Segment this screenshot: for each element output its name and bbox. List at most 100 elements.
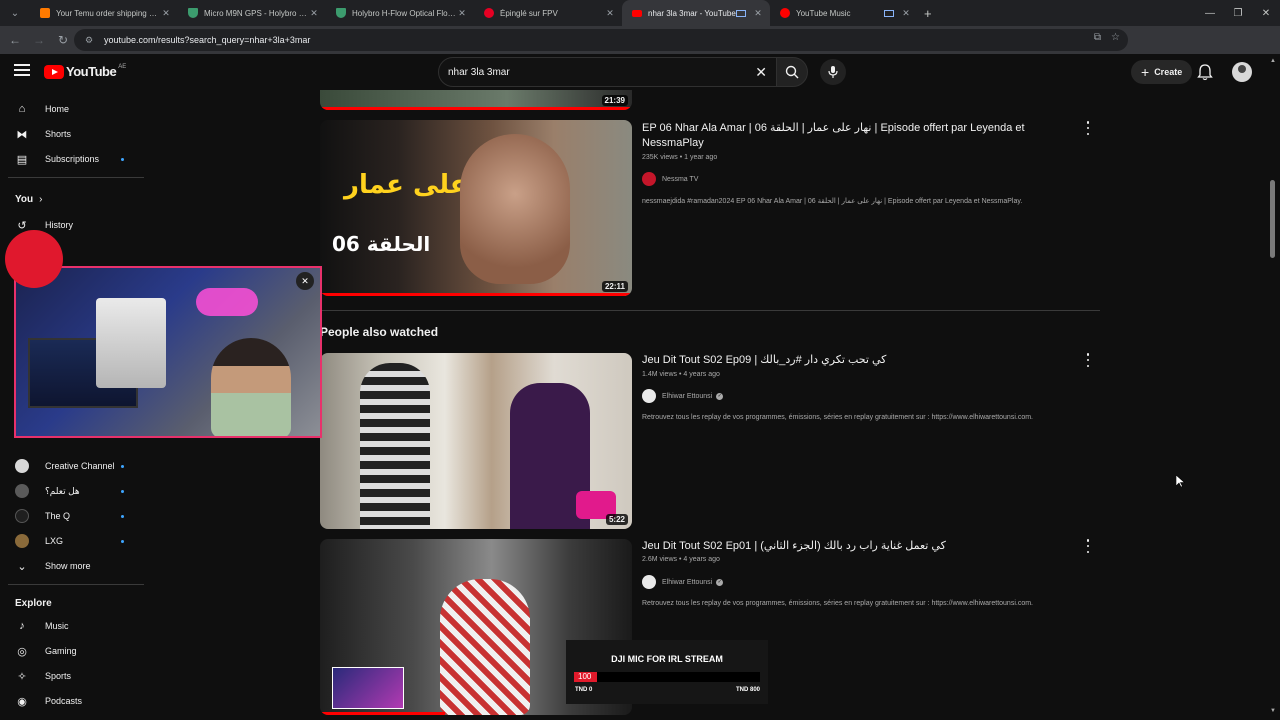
video-duration: 5:22	[605, 514, 628, 525]
logo-text: YouTube	[66, 64, 117, 79]
sidebar-item-label: Music	[45, 621, 69, 631]
create-button[interactable]: + Create	[1131, 60, 1193, 84]
donation-max: TND 800	[735, 687, 760, 693]
forward-icon[interactable]: →	[28, 29, 50, 51]
search-button[interactable]	[776, 57, 808, 87]
country-code: AE	[118, 64, 127, 70]
maximize-icon[interactable]: ❐	[1224, 0, 1252, 26]
clear-search-icon[interactable]: ✕	[755, 64, 767, 81]
browser-tab[interactable]: Holybro H-Flow Optical Flow an ✕	[326, 0, 474, 26]
account-avatar[interactable]	[1232, 62, 1252, 82]
close-window-icon[interactable]: ✕	[1252, 0, 1280, 26]
video-meta: 2.6M views • 4 years ago	[642, 556, 720, 563]
menu-icon[interactable]	[14, 64, 30, 78]
channel-avatar	[15, 534, 29, 548]
watch-progress	[320, 107, 632, 110]
minimize-icon[interactable]: —	[1196, 0, 1224, 26]
sidebar-item-music[interactable]: ♪ Music	[0, 615, 144, 637]
microphone-icon	[828, 66, 838, 78]
sidebar-item-label: Podcasts	[45, 696, 83, 706]
video-channel[interactable]: Nessma TV	[642, 172, 698, 186]
browser-tab[interactable]: Épinglé sur FPV ✕	[474, 0, 622, 26]
show-more-button[interactable]: ⌄ Show more	[0, 555, 144, 577]
close-tab-icon[interactable]: ✕	[752, 8, 764, 19]
channel-name: Nessma TV	[662, 175, 699, 183]
donation-progress-bar	[574, 672, 760, 682]
video-thumbnail[interactable]: 21:39	[320, 90, 632, 110]
video-thumbnail[interactable]: نهار على عمار الحلقة 06 22:11	[320, 120, 632, 296]
close-tab-icon[interactable]: ✕	[456, 8, 468, 19]
browser-tab[interactable]: YouTube Music ✕	[770, 0, 918, 26]
video-channel[interactable]: Elhiwar Ettounsi ✓	[642, 575, 724, 589]
youtube-logo[interactable]: YouTube AE	[44, 64, 126, 79]
tab-search-button[interactable]: ⌄	[4, 4, 26, 22]
new-tab-button[interactable]: +	[924, 6, 932, 21]
face-shape	[460, 134, 570, 284]
video-channel[interactable]: Elhiwar Ettounsi ✓	[642, 389, 724, 403]
close-tab-icon[interactable]: ✕	[900, 8, 912, 19]
scroll-down-arrow[interactable]: ▼	[1270, 708, 1276, 714]
video-description: nessmaejdida #ramadan2024 EP 06 Nhar Ala…	[642, 198, 1023, 205]
music-icon: ♪	[19, 620, 25, 632]
page-scrollbar[interactable]	[1270, 180, 1275, 258]
sidebar-subscription[interactable]: LXG	[0, 530, 144, 552]
pip-close-button[interactable]: ✕	[296, 272, 314, 290]
video-title[interactable]: Jeu Dit Tout S02 Ep09 | كي تحب تكري دار …	[642, 353, 1062, 368]
sidebar-item-shorts[interactable]: ⧓ Shorts	[0, 123, 144, 145]
sidebar-item-gaming[interactable]: ◎ Gaming	[0, 640, 144, 662]
sidebar-item-subscriptions[interactable]: ▤ Subscriptions	[0, 148, 144, 170]
sidebar-item-sports[interactable]: ✧ Sports	[0, 665, 144, 687]
search-input[interactable]: nhar 3la 3mar ✕	[438, 57, 778, 87]
pinterest-icon	[484, 8, 494, 18]
browser-tab-strip: ⌄ Your Temu order shipping statu ✕ Micro…	[0, 0, 1280, 26]
podcasts-icon: ◉	[17, 695, 27, 708]
home-icon: ⌂	[18, 103, 26, 115]
video-title[interactable]: EP 06 Nhar Ala Amar | نهار على عمار | ال…	[642, 121, 1062, 151]
chevron-down-icon: ⌄	[17, 560, 27, 573]
channel-name: Elhiwar Ettounsi	[662, 392, 713, 400]
channel-avatar	[642, 575, 656, 589]
reload-icon[interactable]: ↻	[52, 29, 74, 51]
section-divider	[320, 310, 1100, 311]
sidebar-subscription[interactable]: The Q	[0, 505, 144, 527]
sidebar-subscription[interactable]: هل تعلم؟	[0, 480, 144, 502]
sports-icon: ✧	[17, 670, 27, 683]
sidebar-item-you[interactable]: You ›	[0, 188, 144, 210]
close-tab-icon[interactable]: ✕	[160, 8, 172, 19]
back-icon[interactable]: ←	[4, 29, 26, 51]
close-tab-icon[interactable]: ✕	[604, 8, 616, 19]
sidebar-item-label: Gaming	[45, 646, 77, 656]
video-title[interactable]: Jeu Dit Tout S02 Ep01 | كي تعمل غناية را…	[642, 539, 1062, 554]
install-app-icon[interactable]: ⧉	[1094, 32, 1101, 43]
youtube-icon	[632, 9, 642, 17]
sidebar-subscription[interactable]: Creative Channel	[0, 455, 144, 477]
sidebar-item-label: Subscriptions	[45, 154, 100, 164]
sidebar-item-podcasts[interactable]: ◉ Podcasts	[0, 690, 144, 712]
new-content-dot	[121, 157, 124, 161]
channel-name: Elhiwar Ettounsi	[662, 578, 713, 586]
voice-search-button[interactable]	[820, 59, 846, 85]
sidebar-item-label: LXG	[45, 536, 64, 546]
show-more-label: Show more	[45, 561, 91, 571]
youtube-play-icon	[44, 64, 64, 79]
notifications-bell-icon[interactable]	[1197, 63, 1213, 81]
scroll-up-arrow[interactable]: ▲	[1270, 58, 1276, 64]
section-title: People also watched	[320, 325, 439, 339]
browser-tab-active[interactable]: nhar 3la 3mar - YouTube ✕	[622, 0, 770, 26]
browser-tab[interactable]: Your Temu order shipping statu ✕	[30, 0, 178, 26]
sidebar-divider	[8, 177, 144, 178]
address-bar[interactable]: ⚙ youtube.com/results?search_query=nhar+…	[74, 29, 1128, 51]
video-thumbnail[interactable]: 5:22	[320, 353, 632, 529]
sidebar-item-home[interactable]: ⌂ Home	[0, 98, 144, 120]
bookmark-star-icon[interactable]: ☆	[1111, 32, 1120, 43]
more-actions-icon[interactable]	[1084, 539, 1092, 553]
more-actions-icon[interactable]	[1084, 353, 1092, 367]
video-duration: 22:11	[601, 281, 628, 292]
more-actions-icon[interactable]	[1084, 121, 1092, 135]
verified-icon: ✓	[716, 392, 724, 400]
site-info-icon[interactable]: ⚙	[82, 33, 96, 47]
youtube-header: YouTube AE nhar 3la 3mar ✕ + Create	[0, 54, 1280, 90]
new-content-dot	[121, 539, 124, 543]
browser-tab[interactable]: Micro M9N GPS - Holybro Store ✕	[178, 0, 326, 26]
close-tab-icon[interactable]: ✕	[308, 8, 320, 19]
